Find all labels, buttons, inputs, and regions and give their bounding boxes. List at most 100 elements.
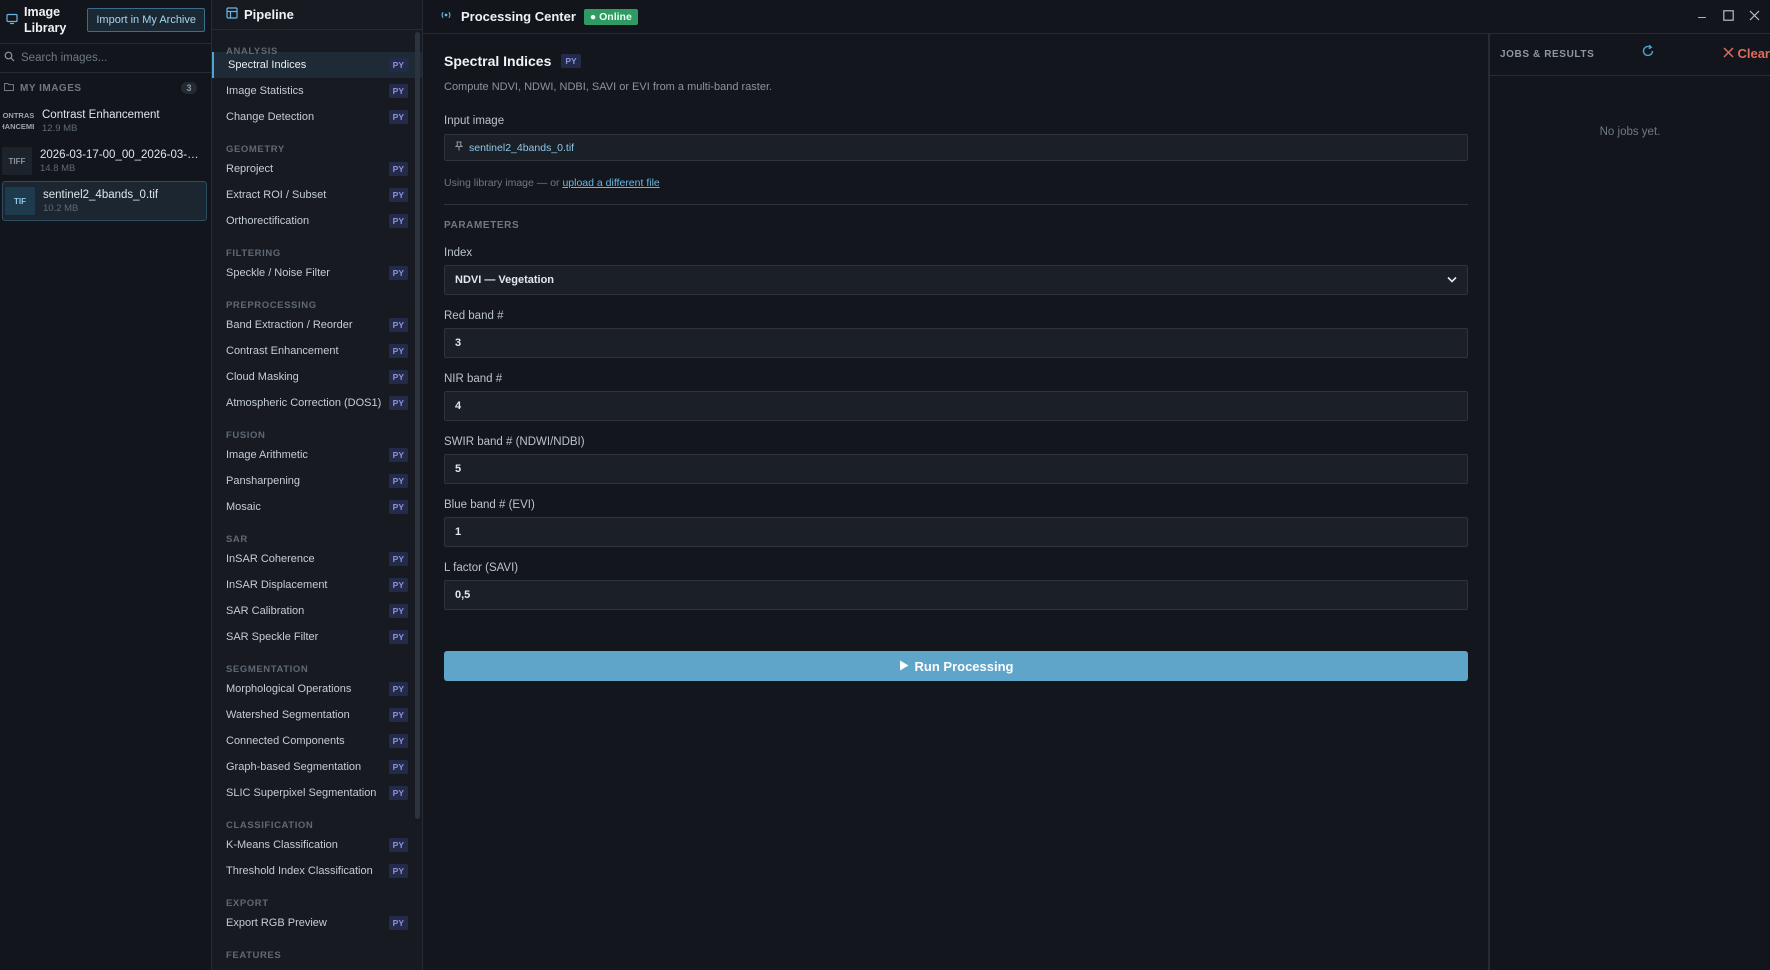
- python-badge: PY: [388, 578, 408, 592]
- library-item[interactable]: TIFF 2026-03-17-00_00_2026-03-17-23_59_S…: [0, 141, 211, 181]
- pipeline-item[interactable]: Graph-based Segmentation PY: [212, 754, 422, 780]
- pipeline-item[interactable]: Change Detection PY: [212, 104, 422, 130]
- pipeline-item[interactable]: Image Statistics PY: [212, 78, 422, 104]
- swir-band-input[interactable]: 5: [444, 454, 1468, 484]
- broadcast-icon: [439, 9, 453, 24]
- online-status-badge: ● Online: [583, 8, 638, 25]
- pipeline-item[interactable]: SAR Calibration PY: [212, 598, 422, 624]
- processing-center-title: Processing Center: [461, 9, 576, 24]
- python-badge: PY: [388, 188, 408, 202]
- pipeline-item-label: Watershed Segmentation: [226, 709, 350, 721]
- image-library-panel: Image Library Import in My Archive MY IM…: [0, 0, 212, 970]
- nir-band-input[interactable]: 4: [444, 391, 1468, 421]
- python-badge: PY: [388, 344, 408, 358]
- import-archive-button[interactable]: Import in My Archive: [87, 8, 205, 32]
- red-band-label: Red band #: [444, 310, 504, 322]
- pipeline-item-label: Atmospheric Correction (DOS1): [226, 397, 382, 409]
- pipeline-item[interactable]: SLIC Superpixel Segmentation PY: [212, 780, 422, 806]
- pipeline-item-label: SAR Speckle Filter: [226, 631, 319, 643]
- pipeline-item[interactable]: Band Extraction / Reorder PY: [212, 312, 422, 338]
- python-badge: PY: [388, 552, 408, 566]
- pipeline-item[interactable]: InSAR Coherence PY: [212, 546, 422, 572]
- pipeline-panel: Pipeline ANALYSIS Spectral Indices PY Image…: [212, 0, 423, 970]
- pipeline-item[interactable]: InSAR Displacement PY: [212, 572, 422, 598]
- divider: [444, 204, 1468, 205]
- close-window-icon[interactable]: [1744, 6, 1764, 26]
- l-factor-input[interactable]: 0,5: [444, 580, 1468, 610]
- pipeline-item[interactable]: Reproject PY: [212, 156, 422, 182]
- pipeline-header: Pipeline: [212, 0, 422, 30]
- image-thumbnail: TIF: [5, 187, 35, 215]
- blue-band-input[interactable]: 1: [444, 517, 1468, 547]
- pipeline-item[interactable]: Image Arithmetic PY: [212, 442, 422, 468]
- python-badge: PY: [388, 214, 408, 228]
- python-badge: PY: [388, 266, 408, 280]
- image-size: 12.9 MB: [42, 122, 78, 134]
- library-item[interactable]: CONTRAST ENHANCEMENT Contrast Enhancemen…: [0, 101, 211, 141]
- search-icon: [4, 51, 15, 65]
- swir-band-label: SWIR band # (NDWI/NDBI): [444, 436, 585, 448]
- pipeline-list: ANALYSIS Spectral Indices PY Image Statisti…: [212, 30, 422, 962]
- python-badge: PY: [388, 162, 408, 176]
- pipeline-icon: [226, 7, 238, 22]
- pipeline-item-label: Reproject: [226, 163, 274, 175]
- pipeline-item[interactable]: Pansharpening PY: [212, 468, 422, 494]
- pipeline-item[interactable]: Mosaic PY: [212, 494, 422, 520]
- pipeline-item[interactable]: Threshold Index Classification PY: [212, 858, 422, 884]
- pipeline-item[interactable]: Connected Components PY: [212, 728, 422, 754]
- library-item-selected[interactable]: TIF sentinel2_4bands_0.tif 10.2 MB: [2, 181, 207, 221]
- pipeline-item-label: Connected Components: [226, 735, 345, 747]
- refresh-icon[interactable]: [1641, 44, 1655, 61]
- python-badge: PY: [388, 396, 408, 410]
- python-badge: PY: [388, 916, 408, 930]
- python-badge: PY: [388, 630, 408, 644]
- image-size: 14.8 MB: [40, 162, 76, 174]
- my-images-header[interactable]: MY IMAGES 3: [0, 75, 211, 101]
- python-badge: PY: [388, 604, 408, 618]
- pipeline-item-label: Morphological Operations: [226, 683, 352, 695]
- python-badge: PY: [388, 84, 408, 98]
- python-badge: PY: [388, 682, 408, 696]
- pipeline-item[interactable]: Speckle / Noise Filter PY: [212, 260, 422, 286]
- pipeline-item-label: SLIC Superpixel Segmentation: [226, 787, 377, 799]
- index-selected-value: NDVI — Vegetation: [455, 274, 555, 286]
- clear-jobs-button[interactable]: Clear: [1723, 46, 1770, 61]
- pipeline-item-label: Image Statistics: [226, 85, 304, 97]
- pipeline-item-label: Orthorectification: [226, 215, 310, 227]
- pipeline-item[interactable]: Cloud Masking PY: [212, 364, 422, 390]
- play-icon: [899, 659, 909, 674]
- upload-different-file-link[interactable]: upload a different file: [562, 177, 659, 189]
- library-search[interactable]: [0, 43, 211, 73]
- pipeline-section-heading: ANALYSIS: [226, 46, 278, 57]
- pipeline-item[interactable]: Orthorectification PY: [212, 208, 422, 234]
- tool-title: Spectral Indices: [444, 53, 552, 69]
- maximize-icon[interactable]: [1718, 6, 1738, 26]
- run-processing-button[interactable]: Run Processing: [444, 651, 1468, 681]
- python-badge: PY: [388, 370, 408, 384]
- pipeline-item[interactable]: Contrast Enhancement PY: [212, 338, 422, 364]
- image-name: sentinel2_4bands_0.tif: [43, 188, 159, 201]
- pipeline-item[interactable]: Extract ROI / Subset PY: [212, 182, 422, 208]
- pipeline-scrollbar[interactable]: [415, 32, 420, 819]
- pipeline-section-heading: GEOMETRY: [226, 144, 285, 155]
- pipeline-item-label: Extract ROI / Subset: [226, 189, 327, 201]
- image-thumbnail: CONTRAST ENHANCEMENT: [2, 111, 34, 131]
- pipeline-item[interactable]: Watershed Segmentation PY: [212, 702, 422, 728]
- library-header: Image Library Import in My Archive: [0, 0, 211, 40]
- search-input[interactable]: [21, 52, 201, 64]
- pipeline-item[interactable]: Export RGB Preview PY: [212, 910, 422, 936]
- input-image-field[interactable]: sentinel2_4bands_0.tif: [444, 134, 1468, 161]
- close-icon: [1723, 47, 1734, 58]
- index-select[interactable]: NDVI — Vegetation: [444, 265, 1468, 295]
- pipeline-item[interactable]: Morphological Operations PY: [212, 676, 422, 702]
- input-image-label: Input image: [444, 115, 505, 127]
- input-image-filename: sentinel2_4bands_0.tif: [469, 141, 575, 154]
- l-factor-label: L factor (SAVI): [444, 562, 519, 574]
- pipeline-item[interactable]: SAR Speckle Filter PY: [212, 624, 422, 650]
- pipeline-item[interactable]: K-Means Classification PY: [212, 832, 422, 858]
- pipeline-item[interactable]: Atmospheric Correction (DOS1) PY: [212, 390, 422, 416]
- red-band-input[interactable]: 3: [444, 328, 1468, 358]
- python-badge: PY: [388, 474, 408, 488]
- minimize-icon[interactable]: –: [1692, 6, 1712, 26]
- python-badge: PY: [388, 448, 408, 462]
